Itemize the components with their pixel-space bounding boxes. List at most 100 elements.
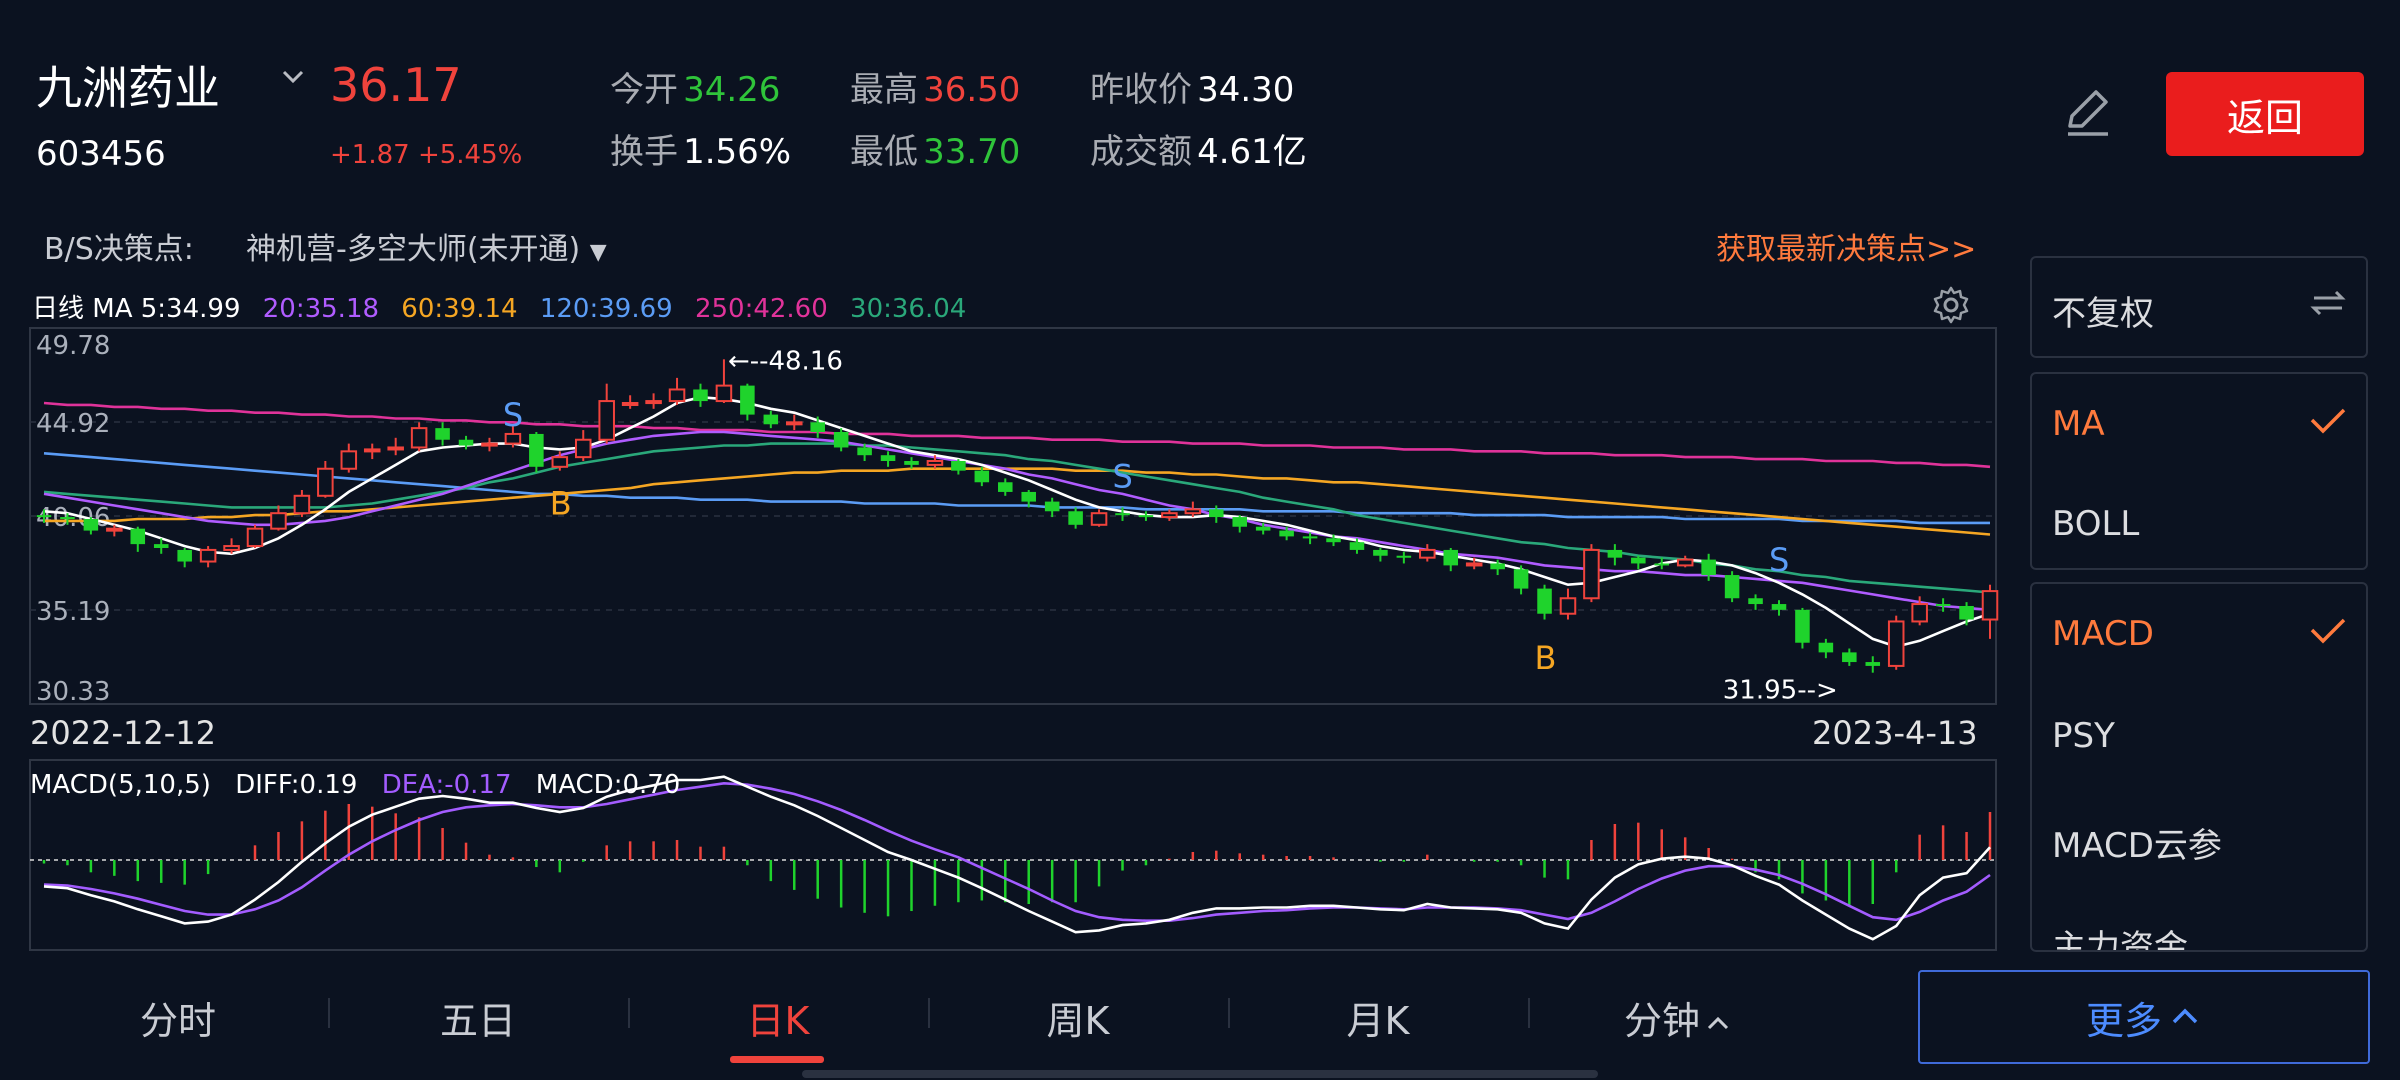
candle-body <box>974 470 990 483</box>
candle-body <box>1818 642 1834 653</box>
candle-body <box>435 428 450 440</box>
macd-legend-item: DEA:-0.17 <box>381 770 512 800</box>
candle-body <box>1654 563 1670 566</box>
max-price-annotation: ←--48.16 <box>728 346 843 376</box>
chart-end-date: 2023-4-13 <box>1812 714 1978 752</box>
candle-body <box>106 527 123 532</box>
candle-body <box>153 544 169 548</box>
macd-legend-item: MACD:0.70 <box>535 770 681 800</box>
candle-body <box>1115 513 1130 516</box>
candle-body <box>693 389 708 402</box>
candle-body <box>1373 549 1388 556</box>
candle-body <box>1724 575 1740 599</box>
candle-body <box>1701 559 1716 576</box>
tab-weekly-k[interactable]: 周K <box>928 990 1228 1045</box>
check-icon <box>2310 408 2346 434</box>
sell-marker: S <box>1769 541 1789 579</box>
tab-five-day[interactable]: 五日 <box>328 990 628 1045</box>
candle-body <box>1443 549 1459 566</box>
sell-marker: S <box>1113 458 1133 496</box>
min-price-annotation: 31.95--> <box>1723 676 1838 706</box>
candle-body <box>785 421 803 426</box>
candle-body <box>1255 526 1271 531</box>
candle-body <box>387 446 404 451</box>
candle-body <box>1021 491 1036 502</box>
candle-body <box>1138 515 1154 518</box>
indicator-ma[interactable]: MA <box>2052 404 2105 444</box>
y-tick-label: 49.78 <box>36 331 110 361</box>
candle-body <box>1795 609 1810 643</box>
candle-body <box>1209 509 1224 518</box>
candle-body <box>1842 652 1857 663</box>
adjust-panel[interactable]: 不复权 <box>2030 256 2368 358</box>
candle-body <box>740 385 755 415</box>
candle-body <box>951 461 966 471</box>
tab-monthly-k[interactable]: 月K <box>1228 990 1528 1045</box>
candle-body <box>1396 555 1412 558</box>
tab-minute-label: 分钟 <box>1623 999 1700 1043</box>
candle-body <box>60 517 75 520</box>
edit-pencil-icon[interactable] <box>2058 82 2118 142</box>
chevron-up-icon <box>2172 1008 2198 1024</box>
diff-line <box>43 775 1991 941</box>
indicator-boll[interactable]: BOLL <box>2052 504 2139 544</box>
candle-body <box>317 467 334 497</box>
candle-body <box>1959 605 1974 620</box>
candle-body <box>574 438 592 459</box>
candle-body <box>1044 501 1060 512</box>
chart-start-date: 2022-12-12 <box>30 714 216 752</box>
back-button[interactable]: 返回 <box>2166 72 2364 156</box>
candle-body <box>410 427 428 449</box>
candle-body <box>363 448 381 453</box>
candle-body <box>1771 604 1787 610</box>
indicator-macd-cloud[interactable]: MACD云参 <box>2052 818 2222 867</box>
candle-body <box>926 460 944 466</box>
candle-body <box>246 527 264 548</box>
candle-body <box>223 545 240 551</box>
candle-body <box>1184 508 1202 515</box>
indicator-psy[interactable]: PSY <box>2052 716 2115 756</box>
candle-body <box>36 515 52 518</box>
candle-body <box>1537 588 1552 614</box>
more-button[interactable]: 更多 <box>1918 970 2370 1064</box>
candle-body <box>1090 512 1108 526</box>
sell-marker: S <box>503 396 523 434</box>
tab-minute[interactable]: 分钟 <box>1528 990 1828 1045</box>
candle-body <box>1349 542 1365 550</box>
macd-legend: MACD(5,10,5) DIFF:0.19 DEA:-0.17 MACD:0.… <box>30 770 696 800</box>
candle-body <box>1631 557 1646 564</box>
candle-body <box>810 422 825 433</box>
active-tab-indicator <box>730 1056 824 1063</box>
candle-body <box>1911 603 1928 623</box>
candle-body <box>715 384 733 403</box>
candle-body <box>1935 604 1951 607</box>
y-tick-label: 30.33 <box>36 677 110 707</box>
candle-body <box>645 400 662 405</box>
ma20-line <box>43 430 1991 612</box>
main-indicator-panel: MA BOLL <box>2030 372 2368 570</box>
candle-body <box>833 432 849 448</box>
indicator-macd[interactable]: MACD <box>2052 614 2154 654</box>
candle-body <box>504 432 522 445</box>
candle-body <box>1326 538 1341 543</box>
tab-intraday[interactable]: 分时 <box>28 990 328 1045</box>
candle-body <box>668 388 686 403</box>
candle-body <box>1513 569 1529 589</box>
horizontal-scrollbar[interactable] <box>802 1070 1598 1078</box>
candle-body <box>83 518 99 531</box>
chevron-up-icon <box>1707 1016 1729 1030</box>
no-adjust-option[interactable]: 不复权 <box>2052 286 2154 335</box>
kline-chart[interactable]: 49.7844.9240.0635.1930.33SBSBS←--48.1631… <box>0 0 2000 960</box>
candle-body <box>199 548 217 563</box>
swap-icon[interactable] <box>2308 288 2348 318</box>
candle-body <box>529 433 544 467</box>
candle-body <box>1607 549 1623 558</box>
indicator-main-funds[interactable]: 主力资金 <box>2052 920 2188 950</box>
y-tick-label: 35.19 <box>36 597 110 627</box>
candle-body <box>1279 530 1294 537</box>
tab-daily-k[interactable]: 日K <box>628 990 928 1045</box>
candle-body <box>1465 562 1483 567</box>
candle-body <box>1865 662 1881 666</box>
candle-body <box>1676 558 1694 567</box>
candle-body <box>1981 590 1999 621</box>
